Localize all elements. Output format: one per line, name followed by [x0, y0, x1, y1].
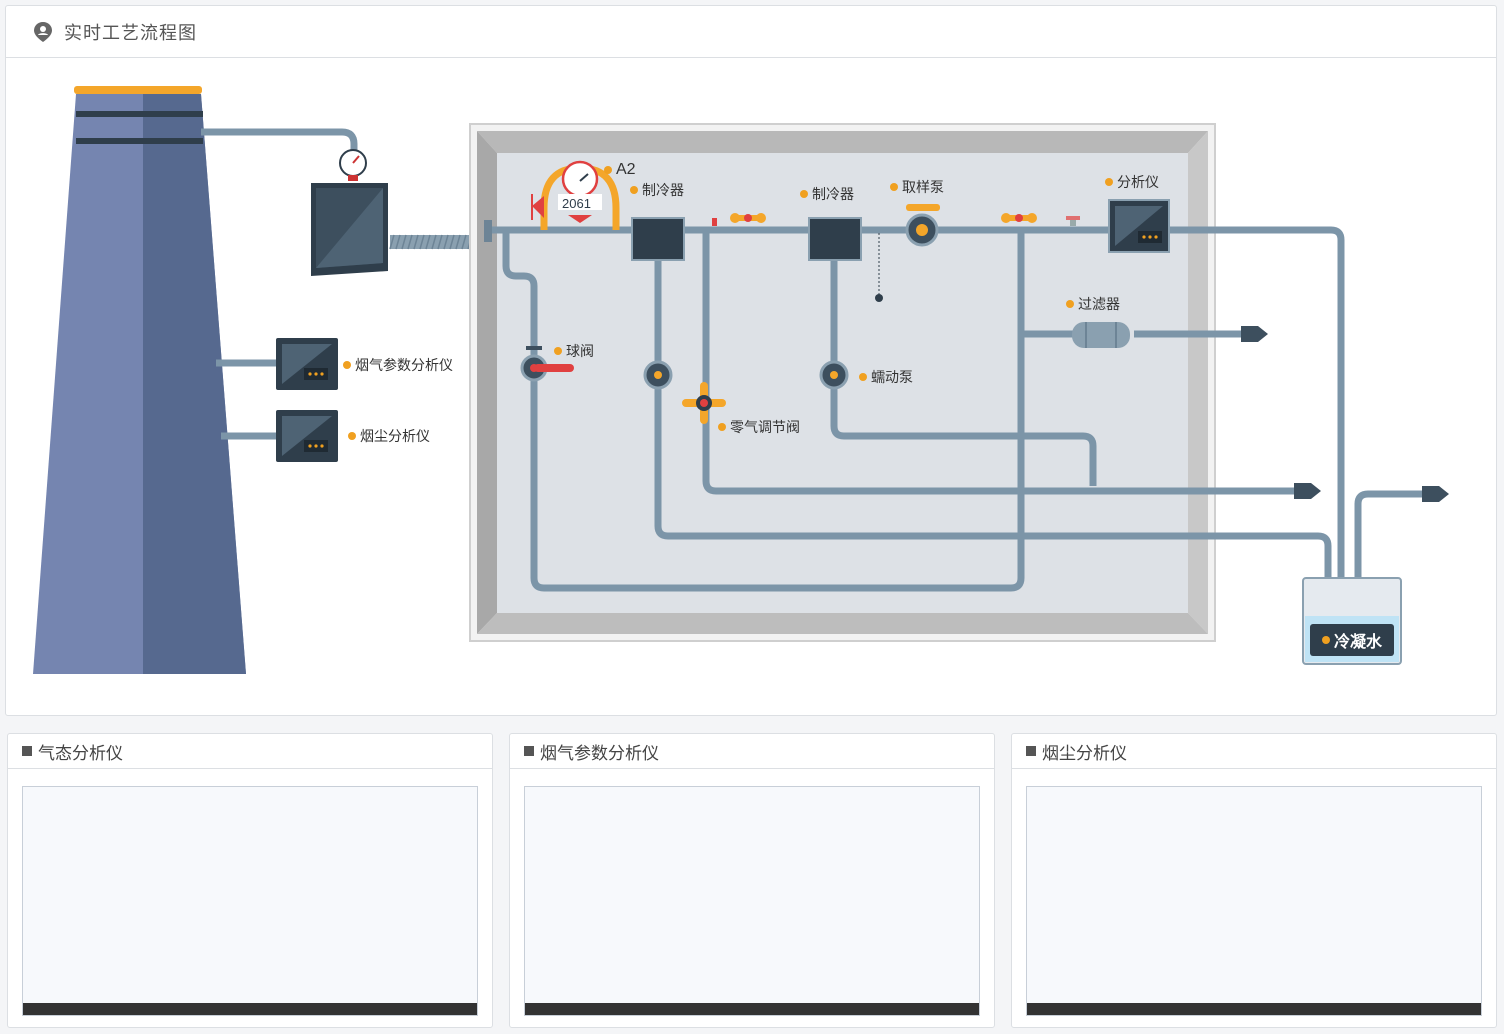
panel-header: 实时工艺流程图	[6, 6, 1496, 58]
card-header: 烟气参数分析仪	[510, 734, 994, 769]
card-header: 烟尘分析仪	[1012, 734, 1496, 769]
card-header: 气态分析仪	[8, 734, 492, 769]
peristaltic-pump-text: 蠕动泵	[871, 369, 913, 385]
peristaltic-pump-dot	[859, 373, 867, 381]
dust-analyzer-text: 烟尘分析仪	[360, 428, 430, 444]
chiller-1-box	[631, 217, 685, 261]
diagram-svg	[33, 86, 1449, 674]
filter-label: 过滤器	[1066, 294, 1120, 314]
flue-gas-analyzer-card: 烟气参数分析仪	[509, 733, 995, 1028]
chiller-2-text: 制冷器	[812, 186, 854, 202]
chiller-2-box	[808, 217, 862, 261]
analyzer-label: 分析仪	[1105, 172, 1159, 192]
pressure-gauge-icon	[339, 149, 367, 181]
flue-gas-analyzer-label: 烟气参数分析仪	[343, 355, 453, 375]
sample-pump-icon	[905, 204, 940, 247]
gauge-value-text: 2061	[562, 196, 591, 211]
probe-unit	[311, 183, 388, 276]
gauge-value: 2061	[562, 196, 591, 211]
card-chart-area	[524, 786, 980, 1016]
chiller-1-text: 制冷器	[642, 182, 684, 198]
peristaltic-pump-icon	[819, 360, 849, 390]
card-title: 烟尘分析仪	[1042, 743, 1127, 763]
chiller-2-label: 制冷器	[800, 184, 854, 204]
square-icon	[22, 746, 32, 756]
filter-text: 过滤器	[1078, 296, 1120, 312]
filter-icon	[1072, 322, 1130, 348]
flue-gas-analyzer-box	[276, 338, 338, 390]
ball-valve-text: 球阀	[566, 343, 594, 359]
dust-analyzer-dot	[348, 432, 356, 440]
sample-pump-text: 取样泵	[902, 179, 944, 195]
square-icon	[524, 746, 534, 756]
peristaltic-pump-label: 蠕动泵	[859, 367, 913, 387]
flue-gas-analyzer-text: 烟气参数分析仪	[355, 357, 453, 373]
chiller-2-dot	[800, 190, 808, 198]
a2-text: A2	[616, 161, 636, 178]
analyzer-dot	[1105, 178, 1113, 186]
square-icon	[1026, 746, 1036, 756]
flue-gas-analyzer-dot	[343, 361, 351, 369]
dust-analyzer-card: 烟尘分析仪	[1011, 733, 1497, 1028]
sample-pump-label: 取样泵	[890, 177, 944, 197]
a2-label: A2	[604, 161, 636, 179]
filter-dot	[1066, 300, 1074, 308]
ball-valve-dot	[554, 347, 562, 355]
card-footer-bar	[525, 1003, 979, 1015]
zero-gas-valve-text: 零气调节阀	[730, 419, 800, 435]
user-pin-icon	[34, 21, 52, 42]
card-chart-area	[22, 786, 478, 1016]
card-title: 气态分析仪	[38, 743, 123, 763]
dust-analyzer-label: 烟尘分析仪	[348, 426, 430, 446]
process-diagram: A2 2061 制冷器 制冷器 取样泵 分析仪 过滤器 球阀 蠕动泵 零气调节阀…	[6, 58, 1498, 716]
chiller-1-label: 制冷器	[630, 180, 684, 200]
ball-valve-label: 球阀	[554, 341, 594, 361]
zero-gas-valve-label: 零气调节阀	[718, 417, 800, 437]
process-panel: 实时工艺流程图 A2 2061 制冷器 制冷器 取样泵 分析仪 过滤器 球阀 蠕…	[5, 5, 1497, 716]
condensate-text: 冷凝水	[1334, 634, 1383, 651]
condensate-dot	[1322, 636, 1330, 644]
a2-dot	[604, 166, 612, 174]
condensate-label: 冷凝水	[1322, 628, 1382, 652]
panel-title: 实时工艺流程图	[64, 22, 197, 43]
outlet-nozzles	[1241, 326, 1449, 502]
card-footer-bar	[1027, 1003, 1481, 1015]
card-footer-bar	[23, 1003, 477, 1015]
pump-left-icon	[643, 360, 673, 390]
gas-analyzer-card: 气态分析仪	[7, 733, 493, 1028]
zero-gas-valve-dot	[718, 423, 726, 431]
chimney	[33, 86, 246, 674]
card-title: 烟气参数分析仪	[540, 743, 659, 763]
analyzer-text: 分析仪	[1117, 174, 1159, 190]
dust-analyzer-box	[276, 410, 338, 462]
card-chart-area	[1026, 786, 1482, 1016]
chiller-1-dot	[630, 186, 638, 194]
analyzer-box	[1108, 199, 1170, 253]
sample-pump-dot	[890, 183, 898, 191]
